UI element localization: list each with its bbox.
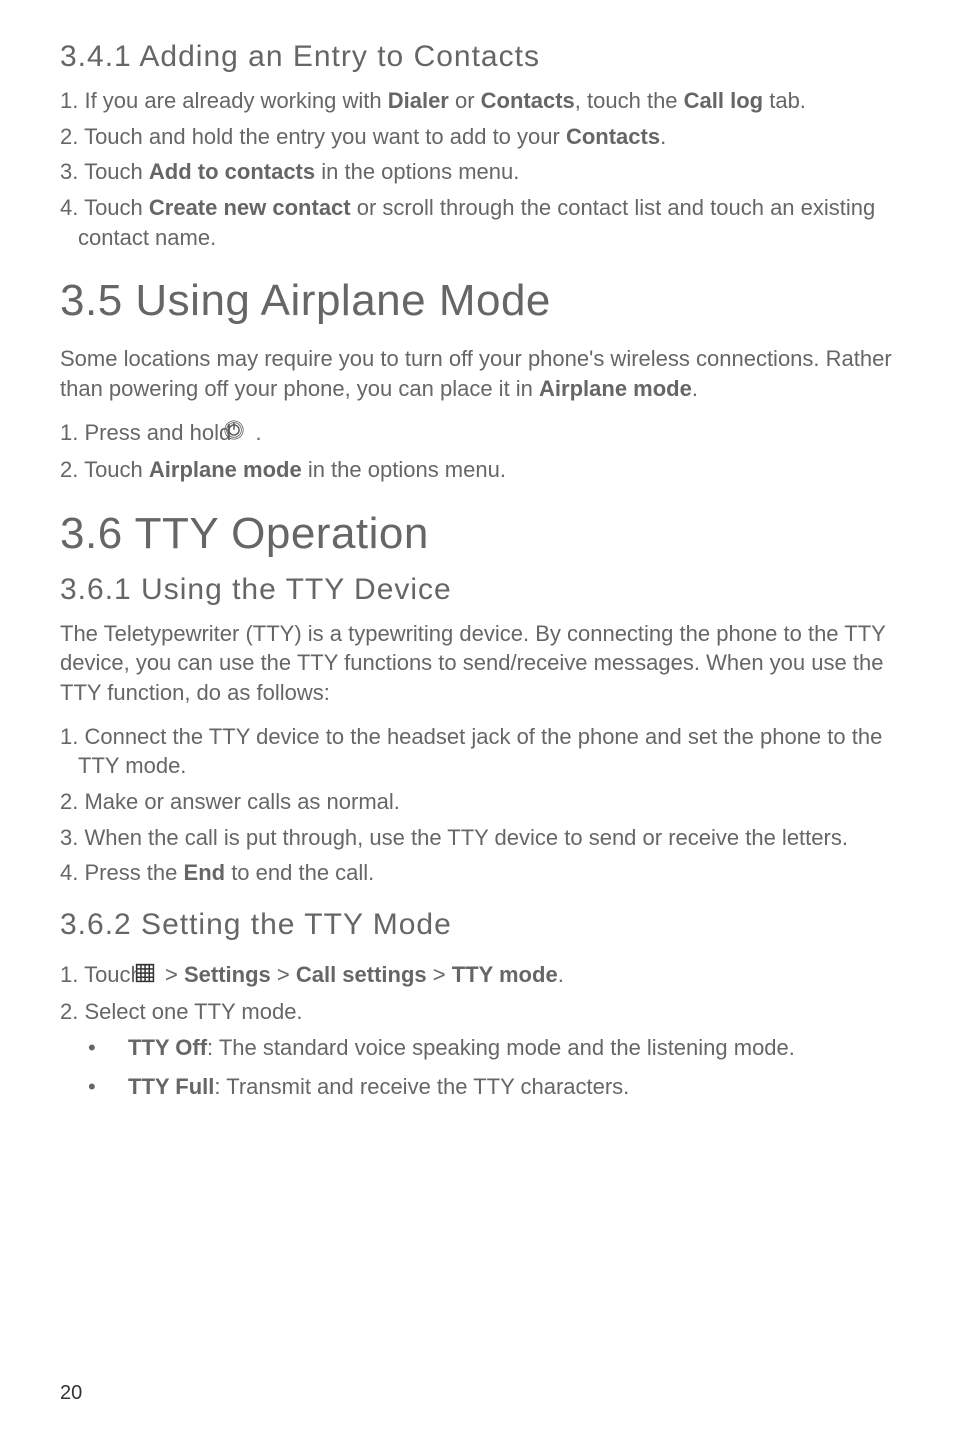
text: > <box>159 962 184 987</box>
text: in the options menu. <box>302 457 506 482</box>
text: 2. Touch and hold the entry you want to … <box>60 124 566 149</box>
text: . <box>558 962 564 987</box>
list-item: 1. Touch > Settings > Call settings > TT… <box>60 960 894 991</box>
list-item: 2. Make or answer calls as normal. <box>60 787 894 817</box>
list-item: 4. Touch Create new contact or scroll th… <box>60 193 894 252</box>
list-item: 2. Touch Airplane mode in the options me… <box>60 455 894 485</box>
list-item: 1. If you are already working with Diale… <box>60 86 894 116</box>
heading-s361: 3.6.1 Using the TTY Device <box>60 573 894 607</box>
text: 1. Press and hold <box>60 420 237 445</box>
list-item: 3. When the call is put through, use the… <box>60 823 894 853</box>
bullet-item: • TTY Off: The standard voice speaking m… <box>60 1033 894 1063</box>
heading-s35: 3.5 Using Airplane Mode <box>60 276 894 326</box>
text: . <box>660 124 666 149</box>
text: tab. <box>763 88 806 113</box>
bold-text: TTY Off <box>128 1035 207 1060</box>
bold-text: Contacts <box>481 88 575 113</box>
bold-text: TTY Full <box>128 1074 214 1099</box>
list-item: 2. Touch and hold the entry you want to … <box>60 122 894 152</box>
power-icon <box>241 419 245 449</box>
bold-text: Call log <box>684 88 763 113</box>
bullet-icon: • <box>108 1033 128 1063</box>
document-page: 3.4.1 Adding an Entry to Contacts 1. If … <box>0 0 954 1429</box>
apps-grid-icon <box>153 961 155 991</box>
bullet-item: • TTY Full: Transmit and receive the TTY… <box>60 1072 894 1102</box>
text: 3. Touch <box>60 159 149 184</box>
text: > <box>427 962 452 987</box>
bold-text: Dialer <box>388 88 449 113</box>
paragraph: Some locations may require you to turn o… <box>60 344 894 403</box>
text: , touch the <box>575 88 684 113</box>
text: 2. Touch <box>60 457 149 482</box>
bold-text: Call settings <box>296 962 427 987</box>
text: > <box>271 962 296 987</box>
bold-text: Contacts <box>566 124 660 149</box>
bullet-icon: • <box>108 1072 128 1102</box>
text: 1. If you are already working with <box>60 88 388 113</box>
list-item: 1. Press and hold . <box>60 418 894 449</box>
bold-text: TTY mode <box>452 962 558 987</box>
bold-text: Add to contacts <box>149 159 315 184</box>
bold-text: Airplane mode <box>149 457 302 482</box>
list-item: 3. Touch Add to contacts in the options … <box>60 157 894 187</box>
heading-s36: 3.6 TTY Operation <box>60 509 894 559</box>
list-item: 4. Press the End to end the call. <box>60 858 894 888</box>
text: : The standard voice speaking mode and t… <box>207 1035 795 1060</box>
page-number: 20 <box>60 1382 82 1405</box>
bold-text: Create new contact <box>149 195 351 220</box>
list-item: 2. Select one TTY mode. <box>60 997 894 1027</box>
bold-text: Airplane mode <box>539 376 692 401</box>
text: or <box>449 88 481 113</box>
bold-text: Settings <box>184 962 271 987</box>
heading-s341: 3.4.1 Adding an Entry to Contacts <box>60 40 894 74</box>
text: . <box>692 376 698 401</box>
list-item: 1. Connect the TTY device to the headset… <box>60 722 894 781</box>
bold-text: End <box>184 860 226 885</box>
text: Some locations may require you to turn o… <box>60 346 892 401</box>
heading-s362: 3.6.2 Setting the TTY Mode <box>60 908 894 942</box>
text: in the options menu. <box>315 159 519 184</box>
text: : Transmit and receive the TTY character… <box>214 1074 629 1099</box>
text: to end the call. <box>225 860 374 885</box>
paragraph: The Teletypewriter (TTY) is a typewritin… <box>60 619 894 708</box>
text: 4. Touch <box>60 195 149 220</box>
text: . <box>249 420 261 445</box>
text: 4. Press the <box>60 860 184 885</box>
